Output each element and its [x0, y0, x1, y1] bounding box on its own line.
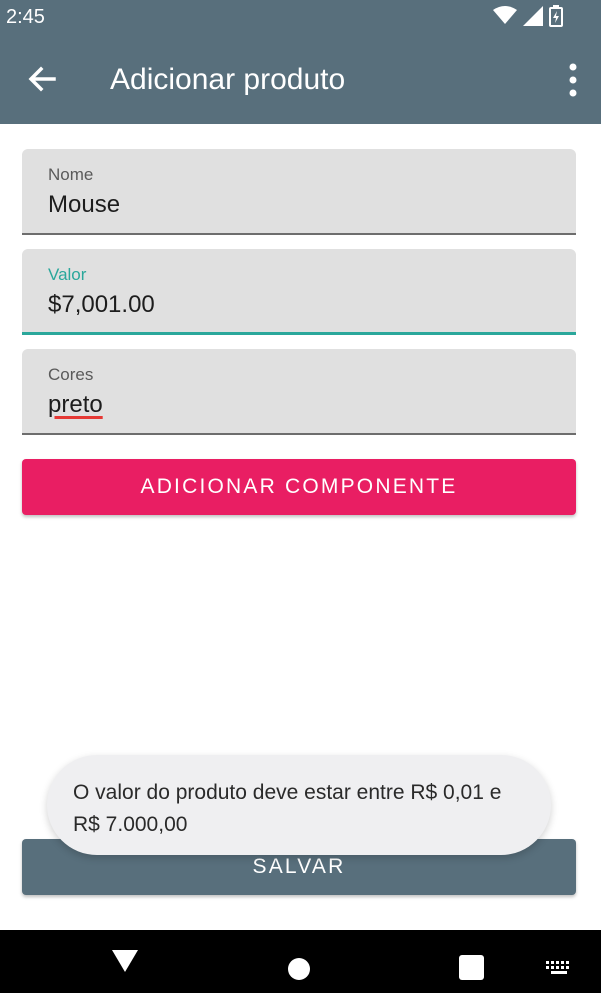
battery-charging-icon [549, 5, 563, 27]
home-circle-icon[interactable] [287, 957, 311, 981]
price-field-label: Valor [48, 265, 87, 284]
app-bar: Adicionar produto [0, 35, 601, 124]
more-vert-icon[interactable] [565, 63, 581, 97]
colors-field[interactable]: Cores preto [22, 349, 576, 435]
page-title: Adicionar produto [110, 63, 346, 96]
price-field[interactable]: Valor $7,001.00 [22, 249, 576, 335]
name-field-label: Nome [48, 165, 94, 184]
wifi-icon [493, 6, 517, 24]
status-icons [493, 5, 563, 27]
recents-square-icon[interactable] [459, 955, 484, 980]
name-field[interactable]: Nome Mouse [22, 149, 576, 235]
toast-message: O valor do produto deve estar entre R$ 0… [47, 755, 551, 855]
status-bar: 2:45 [0, 0, 601, 35]
keyboard-icon[interactable] [546, 961, 572, 975]
name-field-value[interactable]: Mouse [48, 191, 120, 219]
back-triangle-icon[interactable] [112, 948, 138, 972]
colors-field-value[interactable]: preto [48, 391, 103, 419]
back-arrow-icon[interactable] [24, 61, 60, 97]
colors-field-label: Cores [48, 365, 94, 384]
navigation-bar [0, 930, 601, 993]
signal-icon [523, 6, 543, 26]
status-time: 2:45 [6, 6, 45, 28]
add-component-button[interactable]: ADICIONAR COMPONENTE [22, 459, 576, 515]
price-field-value[interactable]: $7,001.00 [48, 291, 155, 319]
